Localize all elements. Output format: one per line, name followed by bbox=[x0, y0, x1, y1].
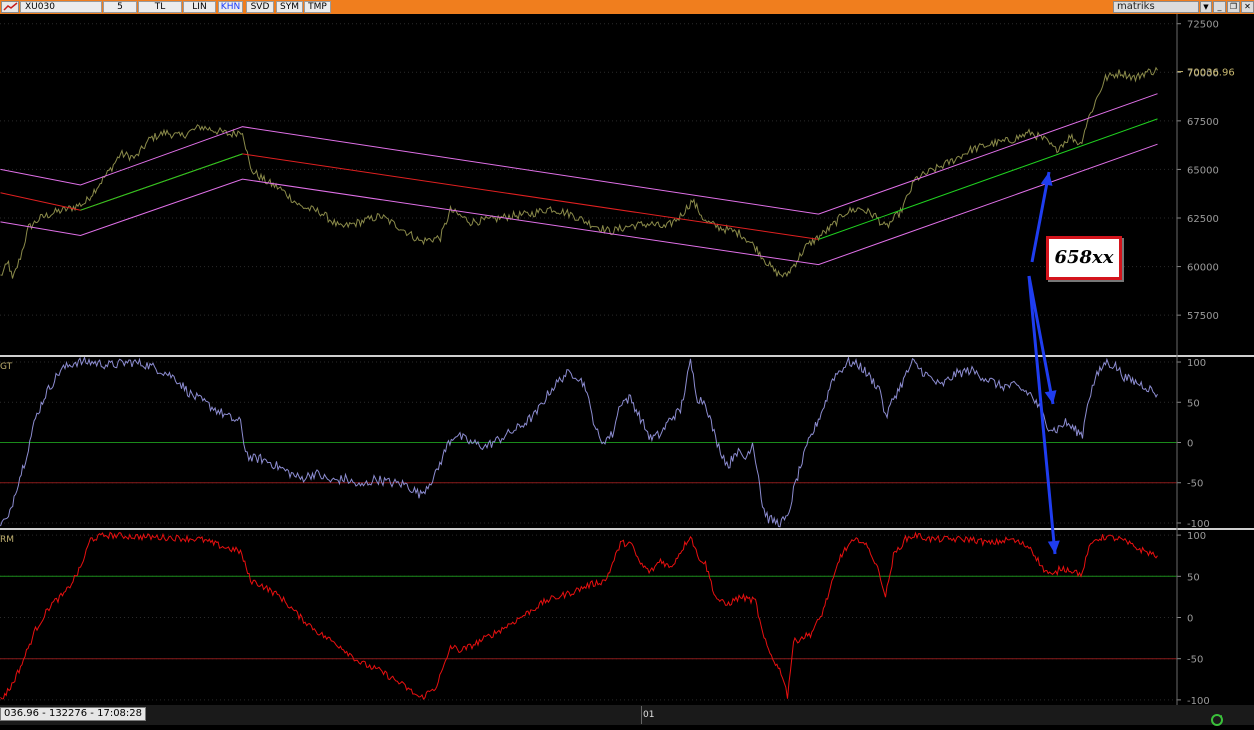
symbol-field[interactable]: XU030 bbox=[20, 1, 102, 13]
close-icon[interactable]: ✕ bbox=[1241, 1, 1254, 13]
annotation-text: 658xx bbox=[1054, 247, 1114, 268]
time-axis-label: 01 bbox=[643, 710, 655, 720]
y-tick-label: 60000 bbox=[1187, 263, 1219, 274]
y-tick-label: 100 bbox=[1187, 358, 1206, 369]
y-tick-label: 72500 bbox=[1187, 20, 1219, 31]
y-tick-label: 0 bbox=[1187, 439, 1193, 450]
brand-label: matriks bbox=[1113, 1, 1199, 13]
chart-menu-icon[interactable] bbox=[1, 1, 19, 13]
annotation-callout[interactable]: 658xx bbox=[1046, 236, 1122, 280]
y-tick-label: 67500 bbox=[1187, 117, 1219, 128]
y-tick-label: 62500 bbox=[1187, 214, 1219, 225]
y-tick-label: 50 bbox=[1187, 398, 1200, 409]
y-tick-label: 0 bbox=[1187, 614, 1193, 625]
scale-selector[interactable]: LIN bbox=[183, 1, 216, 13]
currency-selector[interactable]: TL bbox=[138, 1, 182, 13]
y-tick-label: 65000 bbox=[1187, 165, 1219, 176]
y-tick-label: -50 bbox=[1187, 655, 1203, 666]
period-selector[interactable]: 5 bbox=[103, 1, 137, 13]
indicator1-label: GT bbox=[0, 362, 13, 372]
y-tick-label: -50 bbox=[1187, 479, 1203, 490]
toolbar-button-svd[interactable]: SVD bbox=[246, 1, 274, 13]
toolbar-button-tmp[interactable]: TMP bbox=[304, 1, 331, 13]
toolbar-button-khn[interactable]: KHN bbox=[218, 1, 243, 13]
y-tick-label: 100 bbox=[1187, 531, 1206, 542]
y-tick-label: -100 bbox=[1187, 696, 1210, 705]
indicator2-label: RM bbox=[0, 535, 14, 545]
toolbar-button-sym[interactable]: SYM bbox=[276, 1, 303, 13]
y-tick-label: 50 bbox=[1187, 572, 1200, 583]
restore-icon[interactable]: ❐ bbox=[1227, 1, 1240, 13]
brand-dropdown-icon[interactable]: ▼ bbox=[1200, 1, 1212, 13]
y-tick-label: 57500 bbox=[1187, 311, 1219, 322]
status-bar bbox=[0, 705, 1254, 725]
top-toolbar: XU030 5 TL LIN KHN SVD SYM TMP matriks ▼… bbox=[0, 0, 1254, 14]
cursor-time-marker bbox=[641, 706, 642, 724]
refresh-icon[interactable] bbox=[1210, 711, 1224, 726]
status-readout: 036.96 - 132276 - 17:08:28 bbox=[0, 707, 147, 721]
current-price-label: 70036.96 bbox=[1187, 68, 1235, 79]
chart-area[interactable]: 7250070000675006500062500600005750010050… bbox=[0, 14, 1254, 705]
minimize-icon[interactable]: _ bbox=[1213, 1, 1226, 13]
